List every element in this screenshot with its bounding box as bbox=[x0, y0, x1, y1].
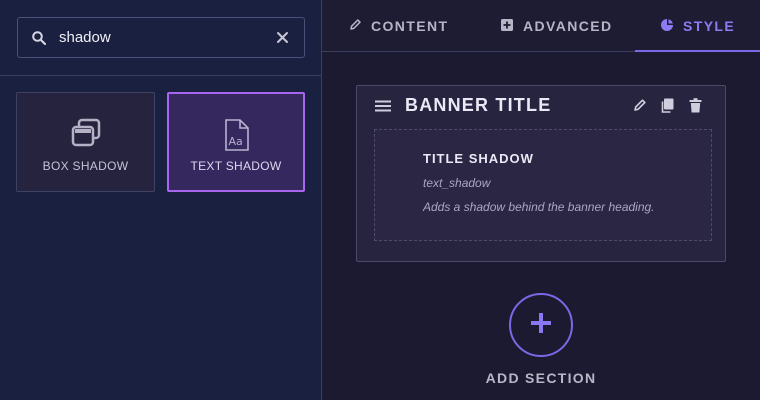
palette-icon bbox=[660, 18, 674, 35]
pencil-icon bbox=[349, 18, 362, 34]
widget-box-shadow[interactable]: BOX SHADOW bbox=[16, 92, 155, 192]
search-icon bbox=[31, 30, 47, 46]
field-title: TITLE SHADOW bbox=[423, 151, 534, 166]
search-value[interactable]: shadow bbox=[59, 29, 111, 46]
tab-label: STYLE bbox=[683, 18, 736, 34]
section-title: BANNER TITLE bbox=[405, 95, 552, 115]
tab-content[interactable]: CONTENT bbox=[349, 0, 448, 52]
widget-text-shadow[interactable]: Aa TEXT SHADOW bbox=[167, 92, 305, 192]
box-shadow-icon bbox=[70, 117, 102, 154]
trash-icon[interactable] bbox=[689, 98, 702, 118]
widget-label: BOX SHADOW bbox=[42, 159, 129, 173]
tab-label: CONTENT bbox=[371, 18, 449, 34]
plus-icon bbox=[530, 312, 552, 339]
field-description: Adds a shadow behind the banner heading. bbox=[423, 200, 655, 214]
widget-search-panel: shadow BOX SHADOW Aa TEXT SHADOW bbox=[0, 0, 322, 400]
tab-bar: CONTENT ADVANCED STYLE bbox=[322, 0, 760, 52]
tab-style[interactable]: STYLE bbox=[634, 0, 760, 52]
field-key: text_shadow bbox=[423, 176, 491, 190]
tab-label: ADVANCED bbox=[523, 18, 613, 34]
plus-square-icon bbox=[500, 18, 514, 35]
search-bar: shadow bbox=[0, 0, 321, 76]
close-icon[interactable] bbox=[275, 30, 290, 45]
text-shadow-icon: Aa bbox=[221, 118, 251, 157]
svg-text:Aa: Aa bbox=[229, 135, 243, 148]
edit-icon[interactable] bbox=[633, 98, 647, 117]
editor-panel: CONTENT ADVANCED STYLE BANNER TITLE TITL… bbox=[322, 0, 760, 400]
tab-advanced[interactable]: ADVANCED bbox=[500, 0, 613, 52]
field-card[interactable]: TITLE SHADOW text_shadow Adds a shadow b… bbox=[374, 129, 712, 241]
drag-handle-icon[interactable] bbox=[375, 99, 391, 117]
widget-label: TEXT SHADOW bbox=[190, 159, 282, 173]
section-header: BANNER TITLE bbox=[357, 86, 725, 124]
add-section-label: ADD SECTION bbox=[485, 370, 597, 386]
copy-icon[interactable] bbox=[660, 98, 674, 118]
section-card: BANNER TITLE TITLE SHADOW text_shadow Ad… bbox=[356, 85, 726, 262]
search-input[interactable]: shadow bbox=[17, 17, 305, 58]
add-section-button[interactable] bbox=[509, 293, 573, 357]
